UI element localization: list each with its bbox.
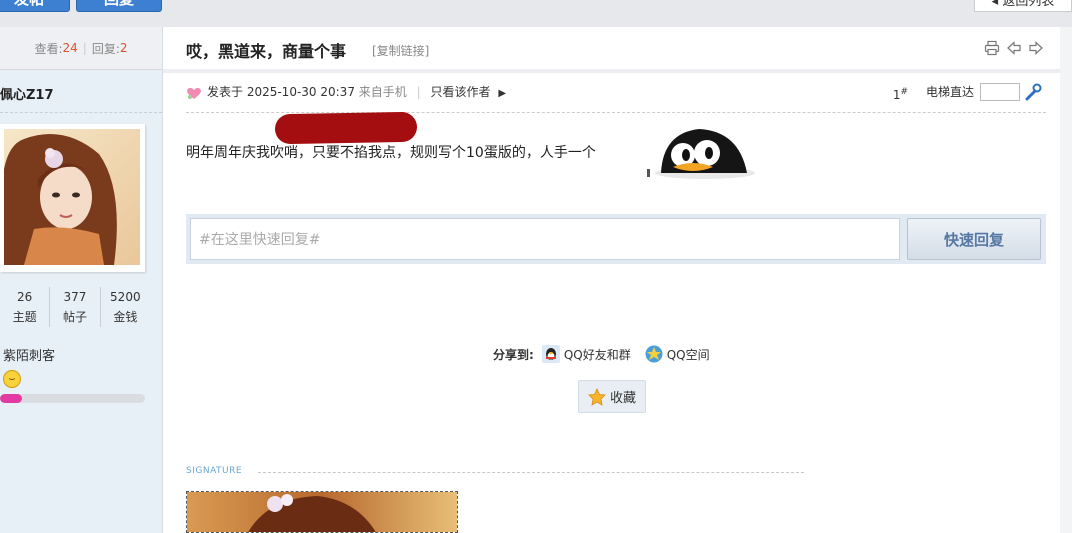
only-author-link[interactable]: 只看该作者 <box>431 85 491 99</box>
qq-icon[interactable] <box>541 345 560 363</box>
avatar[interactable] <box>0 124 145 272</box>
post-source: 来自手机 <box>358 85 407 99</box>
elevator-label: 电梯直达 <box>925 85 974 99</box>
post-body: 明年周年庆我吹哨，只要不掐我点，规则写个10蛋版的，人手一个 <box>186 145 596 161</box>
meta-separator: | <box>416 85 421 99</box>
post-meta: 发表于 2025-10-30 20:37 来自手机 | 只看该作者 ▶ 1# 电… <box>186 83 1046 105</box>
signature-image <box>186 491 458 533</box>
title-actions <box>984 40 1044 56</box>
count-value: 5200 <box>110 290 141 304</box>
views-label: 查看: <box>34 41 63 56</box>
scrollbar[interactable] <box>1060 27 1072 533</box>
page-title: 哎，黑道来，商量个事 <box>186 42 347 61</box>
count-posts[interactable]: 377 帖子 <box>49 287 101 327</box>
count-value: 26 <box>17 290 33 304</box>
post-time: 发表于 2025-10-30 20:37 <box>207 85 355 99</box>
replies-count: 2 <box>119 41 128 55</box>
author-name[interactable]: 佩心Z17 <box>0 84 54 103</box>
smiley-icon: ⌣ <box>3 370 21 388</box>
count-label: 金钱 <box>113 310 138 324</box>
new-thread-button[interactable]: 发帖 <box>0 0 70 12</box>
share-qzone-link[interactable]: QQ空间 <box>667 346 710 363</box>
thread-stats: 查看: 24 | 回复: 2 <box>0 27 162 70</box>
count-money: 5200 金钱 <box>101 287 150 327</box>
next-thread-icon[interactable] <box>1028 40 1044 56</box>
heart-icon <box>187 87 201 99</box>
count-threads[interactable]: 26 主题 <box>0 287 49 327</box>
print-icon[interactable] <box>984 40 1000 56</box>
stats-separator: | <box>82 41 87 55</box>
prev-thread-icon[interactable] <box>1006 40 1022 56</box>
signature-label: SIGNATURE <box>186 466 243 476</box>
copy-link[interactable]: [复制链接] <box>372 42 429 59</box>
signature-divider <box>258 472 804 473</box>
back-to-list-button[interactable]: ◂ 返回列表 <box>974 0 1072 12</box>
post-meta-text: 发表于 2025-10-30 20:37 来自手机 | 只看该作者 ▶ <box>207 83 506 103</box>
penguin-emoji-icon <box>647 129 755 179</box>
views-count: 24 <box>62 41 78 55</box>
post-panel: 哎，黑道来，商量个事 [复制链接] 发表于 2025-10-30 20:37 来… <box>163 27 1060 533</box>
floor-mark: # <box>900 87 908 97</box>
wrench-icon[interactable] <box>1024 83 1042 101</box>
replies-label: 回复: <box>91 41 120 56</box>
share-qq-link[interactable]: QQ好友和群 <box>564 346 631 363</box>
top-toolbar: 发帖 回复 ◂ 返回列表 <box>0 0 1072 27</box>
signature-header: SIGNATURE <box>186 466 804 478</box>
quick-reply-input[interactable]: #在这里快速回复# <box>190 218 900 260</box>
author-counts: 26 主题 377 帖子 5200 金钱 <box>0 287 150 327</box>
caret-right-icon: ▶ <box>498 88 507 99</box>
share-row: 分享到: QQ好友和群 QQ空间 <box>493 345 710 363</box>
count-label: 主题 <box>12 310 37 324</box>
title-row: 哎，黑道来，商量个事 [复制链接] <box>163 27 1060 73</box>
favorite-button[interactable]: 收藏 <box>578 380 646 413</box>
quick-reply-box: #在这里快速回复# 快速回复 <box>186 214 1046 264</box>
share-label: 分享到: <box>493 347 534 362</box>
user-group[interactable]: 紫陌刺客 <box>3 345 55 364</box>
level-progress-fill <box>0 394 22 403</box>
count-label: 帖子 <box>62 310 87 324</box>
favorite-label: 收藏 <box>609 391 636 406</box>
star-icon <box>588 387 606 406</box>
author-divider <box>0 112 162 113</box>
qzone-icon[interactable] <box>645 345 663 363</box>
floor-number[interactable]: 1# <box>893 83 908 104</box>
elevator-input[interactable] <box>980 83 1020 101</box>
quick-reply-button[interactable]: 快速回复 <box>907 218 1041 260</box>
count-value: 377 <box>63 290 87 304</box>
signature-art <box>187 492 457 532</box>
redaction-mark <box>274 111 418 145</box>
avatar-image[interactable] <box>4 129 140 265</box>
author-sidebar: 查看: 24 | 回复: 2 佩心Z17 26 主题 377 帖子 5200 金… <box>0 27 163 533</box>
reply-button[interactable]: 回复 <box>76 0 162 12</box>
level-progress-bar <box>0 394 145 403</box>
